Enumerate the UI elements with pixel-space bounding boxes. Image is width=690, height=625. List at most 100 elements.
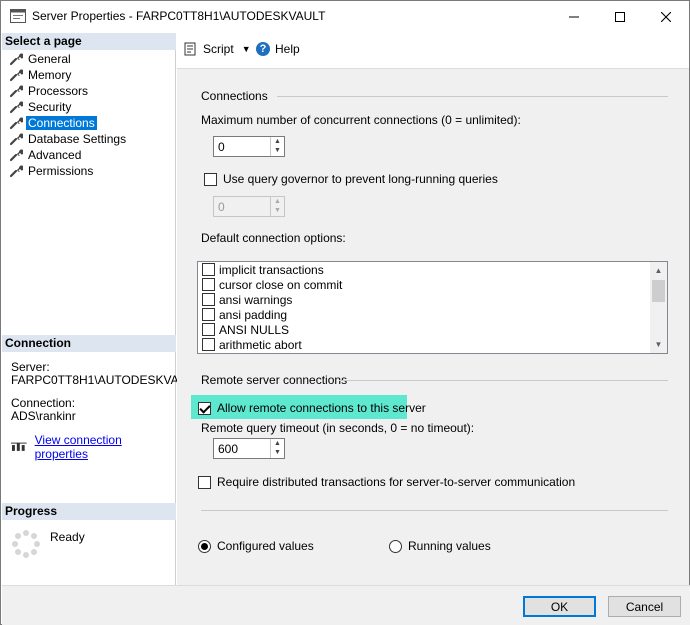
dialog-button-bar: OK Cancel bbox=[2, 585, 690, 625]
option-checkbox[interactable] bbox=[202, 308, 215, 321]
max-connections-spinner[interactable]: 0 ▲ ▼ bbox=[213, 136, 285, 157]
connection-header: Connection bbox=[2, 335, 176, 352]
wrench-icon bbox=[9, 133, 23, 146]
scroll-up-icon[interactable]: ▲ bbox=[650, 262, 667, 279]
query-governor-label: Use query governor to prevent long-runni… bbox=[223, 172, 498, 186]
page-item-connections[interactable]: Connections bbox=[2, 115, 176, 131]
page-item-memory[interactable]: Memory bbox=[2, 67, 176, 83]
option-label: cursor close on commit bbox=[219, 277, 343, 292]
view-connection-properties-link[interactable]: View connection properties bbox=[35, 433, 175, 461]
connections-divider bbox=[277, 96, 668, 97]
script-icon bbox=[184, 42, 196, 56]
spin-down-icon: ▼ bbox=[274, 207, 281, 214]
title-bar: Server Properties - FARPC0TT8H1\AUTODESK… bbox=[1, 1, 689, 32]
page-item-advanced[interactable]: Advanced bbox=[2, 147, 176, 163]
page-item-permissions[interactable]: Permissions bbox=[2, 163, 176, 179]
spin-up-icon[interactable]: ▲ bbox=[271, 439, 284, 448]
maximize-icon bbox=[615, 11, 625, 22]
allow-remote-checkbox[interactable] bbox=[198, 401, 211, 415]
option-checkbox[interactable] bbox=[202, 263, 215, 276]
spin-up-icon: ▲ bbox=[274, 198, 281, 205]
spinner-arrows-timeout: ▲ ▼ bbox=[270, 439, 284, 458]
allow-remote-row[interactable]: Allow remote connections to this server bbox=[198, 401, 426, 415]
distributed-transactions-checkbox[interactable] bbox=[198, 475, 211, 489]
distributed-transactions-label: Require distributed transactions for ser… bbox=[217, 475, 576, 489]
server-value: FARPC0TT8H1\AUTODESKVAULT bbox=[11, 373, 201, 387]
running-values-radio[interactable] bbox=[389, 539, 402, 553]
left-pane: Select a page General Memory Processors Sec… bbox=[2, 33, 200, 585]
wrench-icon bbox=[9, 69, 23, 82]
server-app-icon bbox=[10, 9, 26, 23]
progress-status: Ready bbox=[50, 530, 85, 544]
server-properties-window: Server Properties - FARPC0TT8H1\AUTODESK… bbox=[0, 0, 690, 625]
running-values-option[interactable]: Running values bbox=[389, 539, 491, 553]
default-options-list[interactable]: implicit transactions cursor close on com… bbox=[197, 261, 668, 354]
configured-values-label: Configured values bbox=[217, 539, 314, 553]
max-connections-label: Maximum number of concurrent connections… bbox=[201, 113, 521, 127]
help-button[interactable]: ? Help bbox=[256, 42, 300, 56]
minimize-button[interactable] bbox=[551, 1, 597, 32]
script-label: Script bbox=[203, 42, 234, 56]
progress-spinner-icon bbox=[12, 530, 40, 558]
spin-down-icon[interactable]: ▼ bbox=[271, 448, 284, 457]
connections-group-title: Connections bbox=[201, 89, 268, 103]
view-connection-properties[interactable]: View connection properties bbox=[11, 433, 175, 461]
close-icon bbox=[661, 11, 671, 22]
query-governor-value: 0 bbox=[218, 200, 225, 214]
option-checkbox[interactable] bbox=[202, 338, 215, 351]
toolbar: Script ▼ ? Help bbox=[177, 33, 689, 69]
page-item-label: Permissions bbox=[28, 164, 94, 178]
maximize-button[interactable] bbox=[597, 1, 643, 32]
list-item[interactable]: ansi warnings bbox=[198, 292, 667, 307]
spin-down-icon[interactable]: ▼ bbox=[271, 146, 284, 155]
ok-button[interactable]: OK bbox=[523, 596, 596, 617]
remote-timeout-label: Remote query timeout (in seconds, 0 = no… bbox=[201, 421, 475, 435]
page-item-label: Processors bbox=[28, 84, 89, 98]
connection-value: ADS\rankinr bbox=[11, 409, 76, 423]
values-divider bbox=[201, 510, 668, 511]
distributed-transactions-row[interactable]: Require distributed transactions for ser… bbox=[198, 475, 575, 489]
list-item[interactable]: implicit transactions bbox=[198, 262, 667, 277]
script-button[interactable]: Script ▼ bbox=[184, 42, 251, 56]
connection-info: Server: FARPC0TT8H1\AUTODESKVAULT Connec… bbox=[11, 361, 200, 423]
wrench-icon bbox=[9, 117, 23, 130]
option-checkbox[interactable] bbox=[202, 278, 215, 291]
wrench-icon bbox=[9, 85, 23, 98]
configured-values-radio[interactable] bbox=[198, 539, 211, 553]
page-item-general[interactable]: General bbox=[2, 51, 176, 67]
option-label: ansi padding bbox=[219, 307, 288, 322]
option-checkbox[interactable] bbox=[202, 293, 215, 306]
scroll-thumb[interactable] bbox=[652, 280, 665, 302]
list-item[interactable]: arithmetic abort bbox=[198, 337, 667, 352]
query-governor-checkbox[interactable] bbox=[204, 172, 217, 186]
minimize-icon bbox=[569, 16, 579, 17]
list-item[interactable]: cursor close on commit bbox=[198, 277, 667, 292]
close-button[interactable] bbox=[643, 1, 689, 32]
query-governor-row[interactable]: Use query governor to prevent long-runni… bbox=[204, 172, 498, 186]
allow-remote-label: Allow remote connections to this server bbox=[217, 401, 426, 415]
wrench-icon bbox=[9, 53, 23, 66]
chevron-down-icon[interactable]: ▼ bbox=[242, 44, 251, 54]
select-page-header: Select a page bbox=[2, 33, 176, 50]
page-item-label: Advanced bbox=[28, 148, 82, 162]
query-governor-spinner: 0 ▲ ▼ bbox=[213, 196, 285, 217]
wrench-icon bbox=[9, 149, 23, 162]
remote-timeout-spinner[interactable]: 600 ▲ ▼ bbox=[213, 438, 285, 459]
page-item-label: Security bbox=[28, 100, 72, 114]
page-item-processors[interactable]: Processors bbox=[2, 83, 176, 99]
cancel-button[interactable]: Cancel bbox=[608, 596, 681, 617]
configured-values-option[interactable]: Configured values bbox=[198, 539, 314, 553]
options-scrollbar[interactable]: ▲ ▼ bbox=[650, 262, 667, 353]
list-item[interactable]: ansi padding bbox=[198, 307, 667, 322]
connection-properties-icon bbox=[11, 442, 27, 451]
spin-up-icon[interactable]: ▲ bbox=[271, 137, 284, 146]
right-pane: Script ▼ ? Help Connections Maximum numb… bbox=[177, 33, 689, 585]
page-item-security[interactable]: Security bbox=[2, 99, 176, 115]
list-item[interactable]: ANSI NULLS bbox=[198, 322, 667, 337]
page-item-database-settings[interactable]: Database Settings bbox=[2, 131, 176, 147]
scroll-down-icon[interactable]: ▼ bbox=[650, 336, 667, 353]
option-checkbox[interactable] bbox=[202, 323, 215, 336]
default-options-label: Default connection options: bbox=[201, 231, 346, 245]
help-icon: ? bbox=[256, 42, 270, 56]
spinner-arrows: ▲ ▼ bbox=[270, 137, 284, 156]
